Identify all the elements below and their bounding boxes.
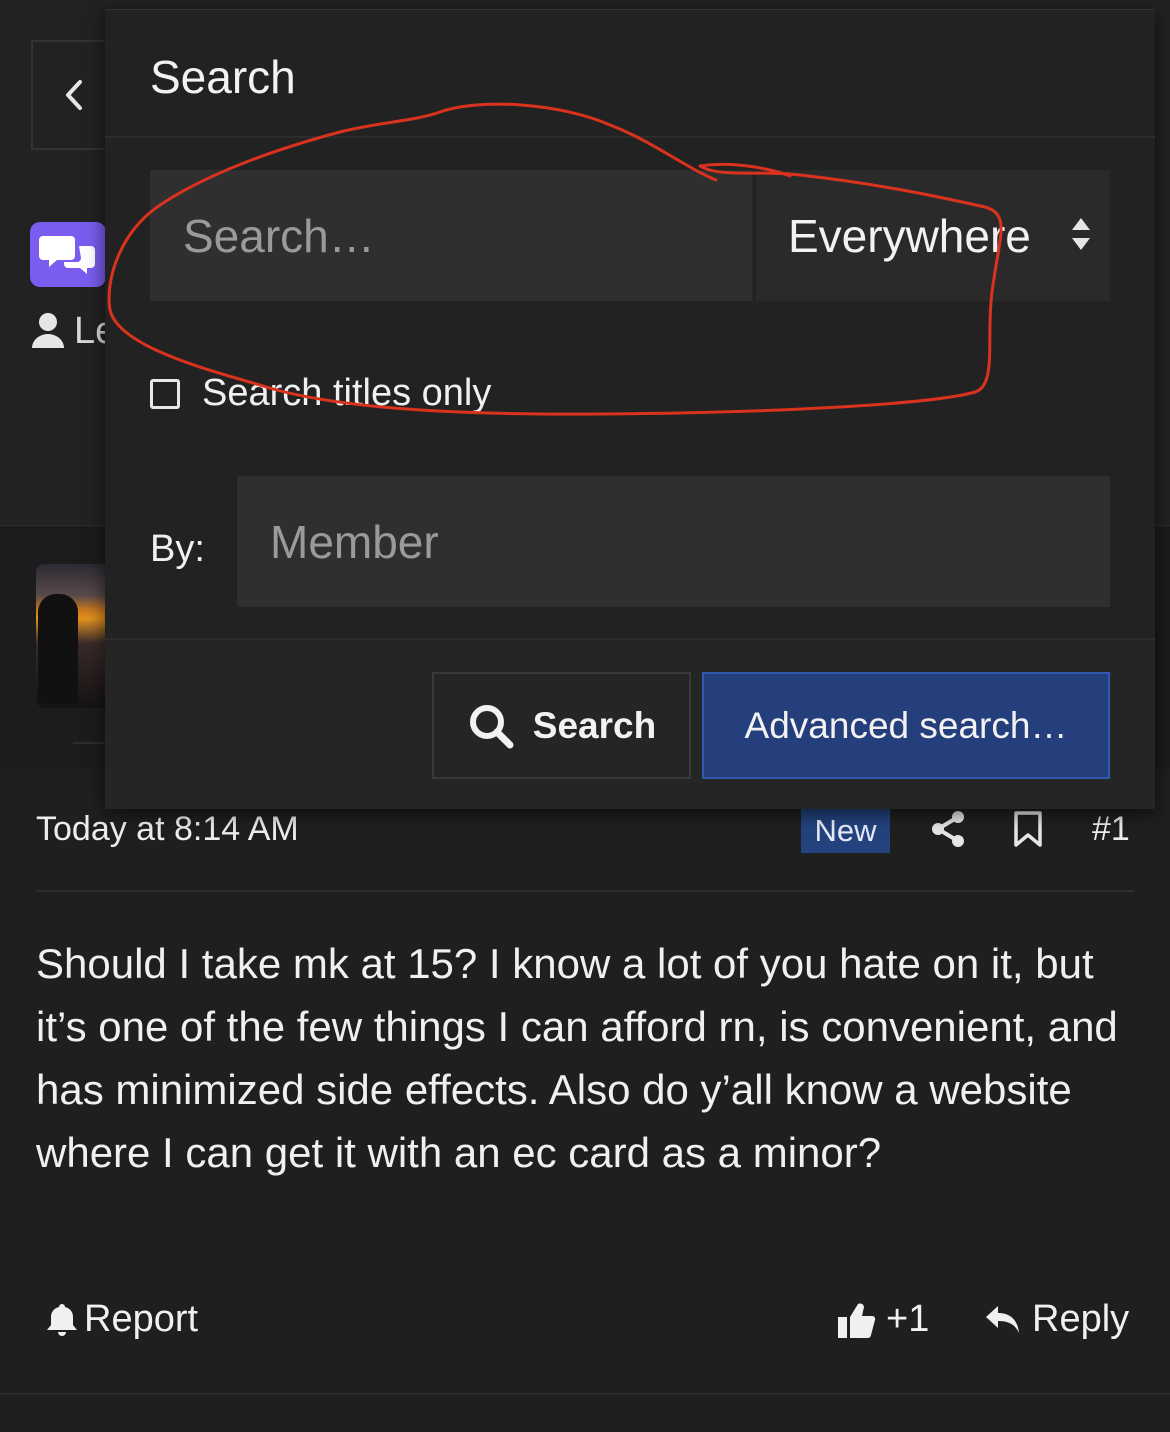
post-date[interactable]: Today at 8:14 AM <box>36 810 299 849</box>
advanced-search-button[interactable]: Advanced search… <box>702 672 1110 779</box>
divider <box>0 1393 1170 1395</box>
user-icon <box>32 313 64 348</box>
avatar[interactable] <box>36 564 112 708</box>
search-menu: Search Everywhere Search titles only By:… <box>105 9 1155 809</box>
chevron-left-icon <box>66 80 82 110</box>
report-label: Report <box>84 1298 199 1340</box>
post-body: Should I take mk at 15? I know a lot of … <box>36 940 1118 1176</box>
by-label: By: <box>150 528 205 570</box>
search-scope-select[interactable]: Everywhere <box>756 170 1110 301</box>
share-icon[interactable] <box>930 810 966 848</box>
reply-icon <box>986 1305 1019 1333</box>
search-button[interactable]: Search <box>432 672 691 779</box>
titles-only-option[interactable]: Search titles only <box>150 372 491 415</box>
bell-icon <box>47 1303 77 1336</box>
titles-only-checkbox[interactable] <box>150 378 180 409</box>
like-label: +1 <box>886 1298 930 1340</box>
thumbs-up-icon <box>838 1302 876 1338</box>
report-button[interactable]: Report <box>46 1298 198 1341</box>
reply-label: Reply <box>1032 1298 1130 1340</box>
new-badge: New <box>801 808 890 853</box>
search-menu-title: Search <box>150 51 296 103</box>
like-button[interactable]: +1 <box>836 1298 929 1341</box>
search-button-label: Search <box>532 704 657 746</box>
search-input[interactable] <box>150 170 754 301</box>
post-number[interactable]: #1 <box>1092 810 1130 849</box>
reply-button[interactable]: Reply <box>984 1298 1129 1341</box>
comments-icon <box>39 235 95 274</box>
divider <box>36 890 1134 892</box>
advanced-search-label: Advanced search… <box>744 704 1068 746</box>
search-icon <box>469 704 514 748</box>
bookmark-icon[interactable] <box>1013 810 1043 848</box>
forum-icon <box>30 222 106 287</box>
select-arrows-icon <box>1072 218 1090 250</box>
search-scope-value: Everywhere <box>788 209 1031 262</box>
titles-only-label[interactable]: Search titles only <box>202 372 491 415</box>
member-input[interactable] <box>237 476 1110 607</box>
